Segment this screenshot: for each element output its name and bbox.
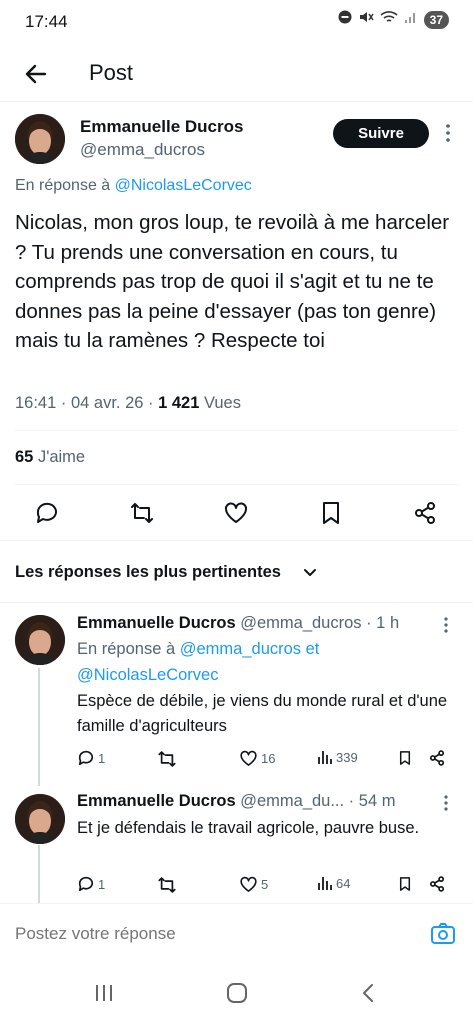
- reply-actions: 1 16 339: [77, 749, 457, 769]
- analytics-icon: [318, 877, 332, 890]
- like-button[interactable]: 16: [239, 749, 275, 768]
- reply-author-name[interactable]: Emmanuelle Ducros: [77, 792, 236, 810]
- more-icon[interactable]: [443, 794, 449, 817]
- divider: [0, 602, 473, 603]
- comment-count: 1: [98, 876, 106, 892]
- tweet-meta: 16:41 · 04 avr. 26 · 1 421 Vues: [15, 394, 241, 413]
- tweet-time[interactable]: 16:41 · 04 avr. 26 ·: [15, 394, 158, 412]
- like-icon[interactable]: [223, 500, 249, 526]
- retweet-button[interactable]: [157, 875, 180, 895]
- divider: [0, 540, 473, 541]
- comment-icon: [78, 876, 94, 892]
- avatar[interactable]: [15, 114, 65, 164]
- divider: [15, 430, 458, 431]
- follow-button[interactable]: Suivre: [333, 119, 429, 148]
- system-nav-bar: [0, 965, 473, 1024]
- author-handle[interactable]: @emma_ducros: [80, 140, 205, 160]
- page-title: Post: [89, 60, 134, 85]
- share-icon[interactable]: [428, 749, 446, 767]
- like-count: 5: [261, 877, 269, 892]
- battery-badge: 37: [423, 10, 449, 29]
- reply-input[interactable]: [15, 924, 395, 944]
- sort-replies-label[interactable]: Les réponses les plus pertinentes: [15, 563, 281, 582]
- likes-count: 65: [15, 448, 34, 466]
- share-icon[interactable]: [428, 875, 446, 893]
- thread-line: [38, 845, 40, 903]
- reply-to-prefix: En réponse à: [77, 640, 180, 658]
- reply-handle-time[interactable]: @emma_du... · 54 m: [236, 792, 395, 810]
- views-label: Vues: [199, 394, 241, 412]
- reply-text: Espèce de débile, je viens du monde rura…: [77, 692, 448, 735]
- avatar[interactable]: [15, 794, 65, 844]
- chevron-down-icon[interactable]: [302, 566, 318, 585]
- comment-button[interactable]: 1: [77, 749, 105, 767]
- author-name[interactable]: Emmanuelle Ducros: [80, 117, 243, 137]
- wifi-icon: [380, 10, 398, 29]
- reply-handle-time[interactable]: @emma_ducros · 1 h: [236, 614, 399, 632]
- compose-bar: [0, 903, 473, 963]
- reply-header: Emmanuelle Ducros @emma_du... · 54 m: [77, 792, 395, 811]
- comment-icon[interactable]: [34, 500, 60, 526]
- back-arrow-icon[interactable]: [22, 60, 50, 88]
- tweet-text: Nicolas, mon gros loup, te revoilà à me …: [15, 211, 450, 352]
- retweet-icon[interactable]: [129, 500, 155, 526]
- reply-header: Emmanuelle Ducros @emma_ducros · 1 h: [77, 614, 399, 633]
- views-button[interactable]: 339: [317, 749, 358, 765]
- divider: [15, 484, 458, 485]
- dnd-icon: [338, 10, 352, 29]
- analytics-icon: [318, 751, 332, 764]
- reply-to-line: En réponse à @emma_ducros et @NicolasLeC…: [77, 636, 457, 688]
- bookmark-icon[interactable]: [318, 500, 344, 526]
- retweet-icon: [158, 751, 176, 767]
- likes-label: J'aime: [33, 448, 86, 466]
- reply-to-line: En réponse à @NicolasLeCorvec: [15, 177, 252, 195]
- reply-actions: 1 5 64: [77, 875, 457, 895]
- header: Post: [0, 50, 473, 102]
- tweet-actions: [0, 500, 473, 528]
- retweet-icon: [158, 877, 176, 893]
- thread-line: [38, 668, 40, 786]
- reply-author-name[interactable]: Emmanuelle Ducros: [77, 614, 236, 632]
- mute-icon: [358, 10, 374, 29]
- like-count: 16: [261, 751, 276, 766]
- bookmark-icon[interactable]: [397, 749, 413, 767]
- views-count: 1 421: [158, 394, 200, 412]
- views-count: 339: [336, 749, 358, 765]
- status-bar: 17:44 37: [0, 0, 473, 44]
- signal-icon: [404, 10, 418, 29]
- comment-count: 1: [98, 750, 106, 766]
- camera-icon[interactable]: [430, 922, 456, 951]
- status-time: 17:44: [25, 12, 68, 31]
- comment-button[interactable]: 1: [77, 875, 105, 893]
- home-icon[interactable]: [226, 983, 248, 1008]
- recent-apps-icon[interactable]: [93, 983, 115, 1008]
- views-count: 64: [336, 875, 351, 891]
- share-icon[interactable]: [412, 500, 438, 526]
- avatar[interactable]: [15, 615, 65, 665]
- like-icon: [240, 750, 257, 766]
- reply-to-prefix: En réponse à: [15, 177, 115, 194]
- like-icon: [240, 876, 257, 892]
- views-button[interactable]: 64: [317, 875, 350, 891]
- status-icons: 37: [338, 10, 449, 29]
- retweet-button[interactable]: [157, 749, 180, 769]
- back-icon[interactable]: [360, 983, 376, 1008]
- bookmark-icon[interactable]: [397, 875, 413, 893]
- likes-line[interactable]: 65 J'aime: [15, 448, 85, 467]
- more-icon[interactable]: [445, 123, 451, 148]
- reply-text: Et je défendais le travail agricole, pau…: [77, 819, 420, 837]
- like-button[interactable]: 5: [239, 875, 268, 894]
- reply-to-link[interactable]: @NicolasLeCorvec: [115, 177, 252, 194]
